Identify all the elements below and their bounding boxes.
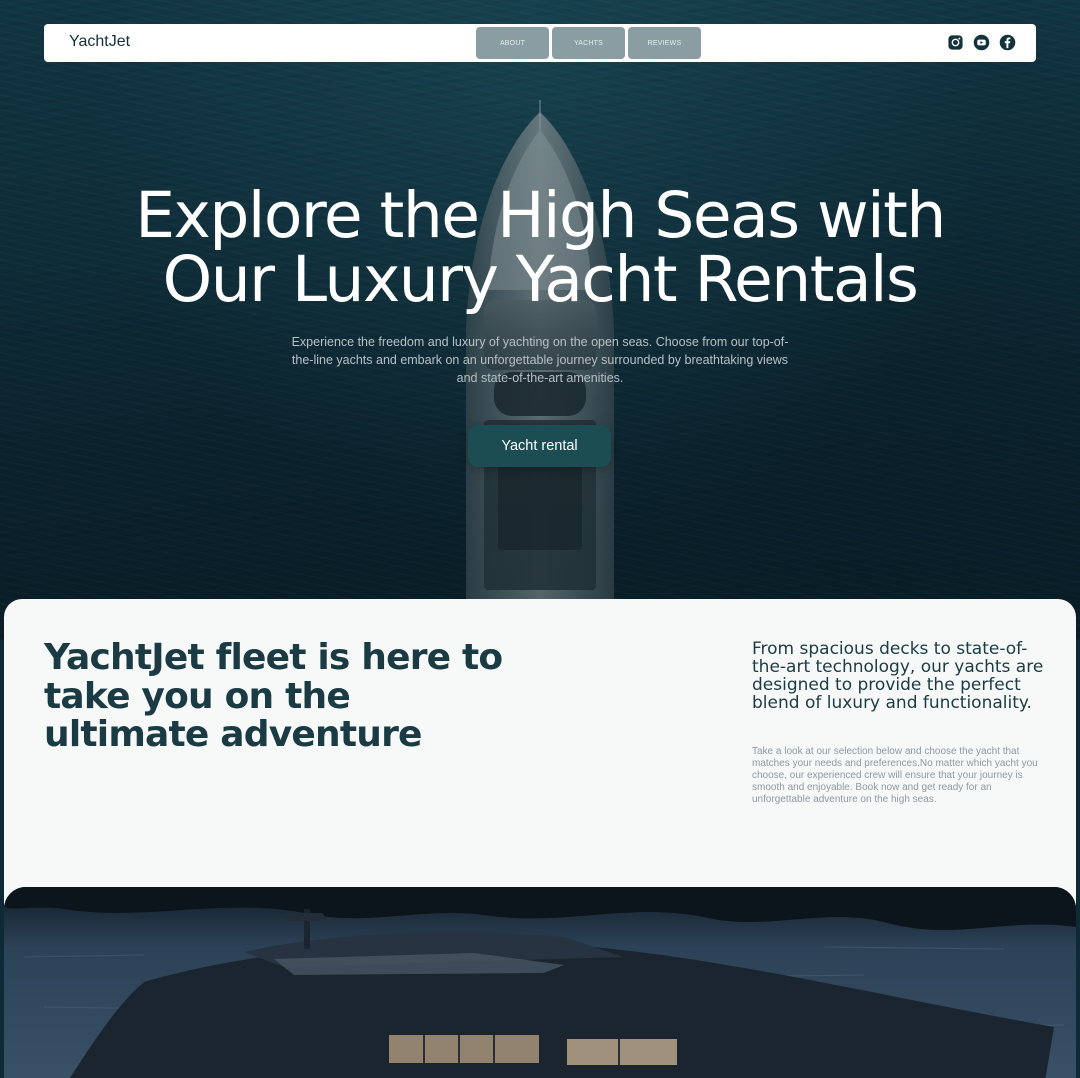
yacht-rental-button[interactable]: Yacht rental [468,425,611,467]
youtube-icon[interactable] [973,34,990,51]
top-navbar: YachtJet ABOUT YACHTS REVIEWS [44,24,1036,62]
hero-subtitle: Experience the freedom and luxury of yac… [291,335,789,385]
fleet-title: YachtJet fleet is here to take you on th… [44,637,503,755]
instagram-icon[interactable] [947,34,964,51]
hero-section: Explore the High Seas with Our Luxury Ya… [0,0,1080,640]
facebook-icon[interactable] [999,34,1016,51]
fleet-body-text: Take a look at our selection below and c… [752,746,1038,805]
social-links [947,34,1016,51]
fleet-section: YachtJet fleet is here to take you on th… [4,599,1076,1078]
hero-title: Explore the High Seas with Our Luxury Ya… [135,179,946,316]
yacht-illustration [4,887,1076,1078]
yacht-photo [4,887,1076,1078]
nav-link-about[interactable]: ABOUT [476,27,549,59]
nav-links: ABOUT YACHTS REVIEWS [476,27,701,59]
fleet-lead-text: From spacious decks to state-of-the-art … [752,639,1044,713]
nav-link-yachts[interactable]: YACHTS [552,27,625,59]
nav-link-reviews[interactable]: REVIEWS [628,27,701,59]
brand-logo[interactable]: YachtJet [69,33,130,51]
